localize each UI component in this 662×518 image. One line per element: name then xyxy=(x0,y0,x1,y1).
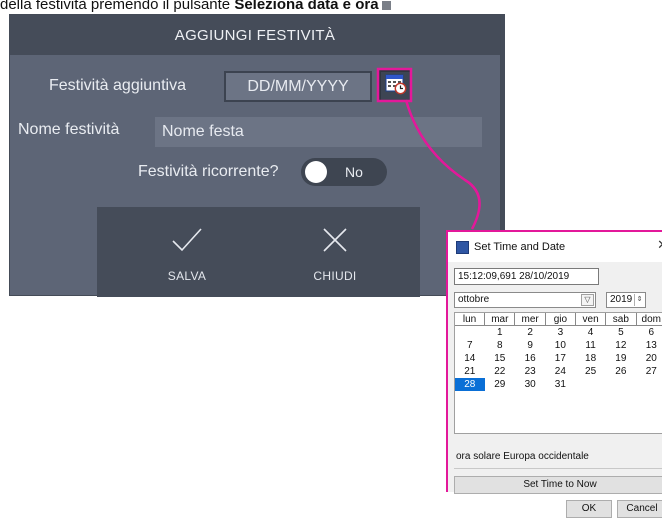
calendar-day[interactable]: 15 xyxy=(485,352,515,365)
calendar-day[interactable]: 1 xyxy=(485,326,515,340)
window-close-icon[interactable]: ✕ xyxy=(657,237,662,253)
instruction-bold: Seleziona data e ora xyxy=(234,0,379,13)
app-icon xyxy=(456,240,469,254)
spinner-icon[interactable]: ⇕ xyxy=(634,294,644,306)
calendar-week-row: 7 8 9 10 11 12 13 xyxy=(455,339,662,352)
calendar-day[interactable]: 10 xyxy=(545,339,575,352)
button-icon-hint xyxy=(381,0,391,10)
toggle-knob xyxy=(305,161,327,183)
ok-button[interactable]: OK xyxy=(566,500,612,518)
calendar-day[interactable]: 5 xyxy=(606,326,636,340)
calendar-day[interactable]: 13 xyxy=(636,339,662,352)
calendar-day[interactable]: 9 xyxy=(515,339,545,352)
month-value: ottobre xyxy=(458,294,490,305)
weekday-header: ven xyxy=(575,313,607,326)
weekday-header: lun xyxy=(455,313,486,326)
calendar-day[interactable]: 23 xyxy=(515,365,545,378)
dialog-title: AGGIUNGI FESTIVITÀ xyxy=(10,15,500,55)
timezone-label: ora solare Europa occidentale xyxy=(456,451,589,462)
select-date-time-button[interactable] xyxy=(379,70,412,102)
year-spinner[interactable]: 2019 ⇕ xyxy=(606,292,646,308)
calendar-day[interactable]: 12 xyxy=(606,339,636,352)
calendar-day[interactable]: 8 xyxy=(485,339,515,352)
calendar-day[interactable]: 17 xyxy=(545,352,575,365)
calendar-grid: lun mar mer gio ven sab dom 1 2 3 4 5 6 7 8 9 10 1… xyxy=(454,312,662,434)
calendar-day[interactable]: 25 xyxy=(575,365,605,378)
calendar-day[interactable]: 29 xyxy=(485,378,515,391)
holiday-date-input[interactable]: DD/MM/YYYY xyxy=(224,71,372,102)
window-body: 15:12:09,691 28/10/2019 ottobre ▽ 2019 ⇕… xyxy=(448,262,662,518)
datetime-field[interactable]: 15:12:09,691 28/10/2019 xyxy=(454,268,599,285)
save-button[interactable]: SALVA xyxy=(127,207,247,297)
action-panel: SALVA CHIUDI xyxy=(97,207,420,297)
weekday-header: sab xyxy=(605,313,637,326)
calendar-day xyxy=(606,378,636,391)
calendar-week-row: 14 15 16 17 18 19 20 xyxy=(455,352,662,365)
weekday-header: gio xyxy=(545,313,576,326)
weekday-header: mer xyxy=(514,313,546,326)
calendar-week-row: 21 22 23 24 25 26 27 xyxy=(455,365,662,378)
calendar-day[interactable]: 28 xyxy=(455,378,485,391)
year-value: 2019 xyxy=(610,294,633,305)
calendar-day[interactable]: 18 xyxy=(575,352,605,365)
chevron-down-icon[interactable]: ▽ xyxy=(581,294,594,306)
calendar-day[interactable]: 27 xyxy=(636,365,662,378)
calendar-day[interactable]: 2 xyxy=(515,326,545,340)
calendar-day[interactable]: 20 xyxy=(636,352,662,365)
calendar-day[interactable]: 24 xyxy=(545,365,575,378)
save-label: SALVA xyxy=(167,269,207,283)
calendar-day[interactable]: 21 xyxy=(455,365,485,378)
calendar-day xyxy=(636,378,662,391)
calendar-day[interactable]: 31 xyxy=(545,378,575,391)
calendar-day[interactable]: 16 xyxy=(515,352,545,365)
weekday-header: mar xyxy=(484,313,516,326)
instruction-text: della festività premendo il pulsante Sel… xyxy=(0,0,662,13)
month-select[interactable]: ottobre ▽ xyxy=(454,292,596,308)
recurring-label: Festività ricorrente? xyxy=(138,163,279,180)
calendar-day[interactable]: 6 xyxy=(636,326,662,340)
holiday-name-label: Nome festività xyxy=(18,121,120,138)
calendar-clock-icon xyxy=(385,73,407,100)
close-icon xyxy=(322,227,348,258)
close-button[interactable]: CHIUDI xyxy=(275,207,395,297)
calendar-week-row: 123456 xyxy=(455,326,662,340)
calendar-day[interactable]: 4 xyxy=(575,326,605,340)
cancel-button[interactable]: Cancel xyxy=(617,500,662,518)
calendar-day[interactable]: 26 xyxy=(606,365,636,378)
calendar-day xyxy=(575,378,605,391)
calendar-day[interactable]: 7 xyxy=(455,339,485,352)
calendar-day[interactable]: 19 xyxy=(606,352,636,365)
holiday-name-input[interactable]: Nome festa xyxy=(155,117,482,147)
window-title-bar: Set Time and Date xyxy=(456,239,565,255)
window-title: Set Time and Date xyxy=(474,241,566,253)
calendar-day[interactable]: 14 xyxy=(455,352,485,365)
holiday-date-label: Festività aggiuntiva xyxy=(49,77,186,94)
recurring-toggle[interactable]: No xyxy=(301,158,387,186)
divider xyxy=(454,468,662,469)
add-holiday-dialog: AGGIUNGI FESTIVITÀ Festività aggiuntiva … xyxy=(9,14,501,297)
calendar-day[interactable]: 30 xyxy=(515,378,545,391)
close-label: CHIUDI xyxy=(313,269,357,283)
calendar-day xyxy=(455,326,485,340)
instruction-plain: della festività premendo il pulsante xyxy=(0,0,235,13)
weekday-header: dom xyxy=(636,313,662,326)
checkmark-icon xyxy=(171,227,203,258)
set-time-now-button[interactable]: Set Time to Now xyxy=(454,476,662,494)
calendar-day[interactable]: 22 xyxy=(485,365,515,378)
set-time-date-window: Set Time and Date ✕ 15:12:09,691 28/10/2… xyxy=(446,230,662,518)
calendar-week-row: 28 29 30 31 xyxy=(455,378,662,391)
toggle-value: No xyxy=(345,164,363,180)
calendar-day[interactable]: 11 xyxy=(575,339,605,352)
calendar-day[interactable]: 3 xyxy=(545,326,575,340)
